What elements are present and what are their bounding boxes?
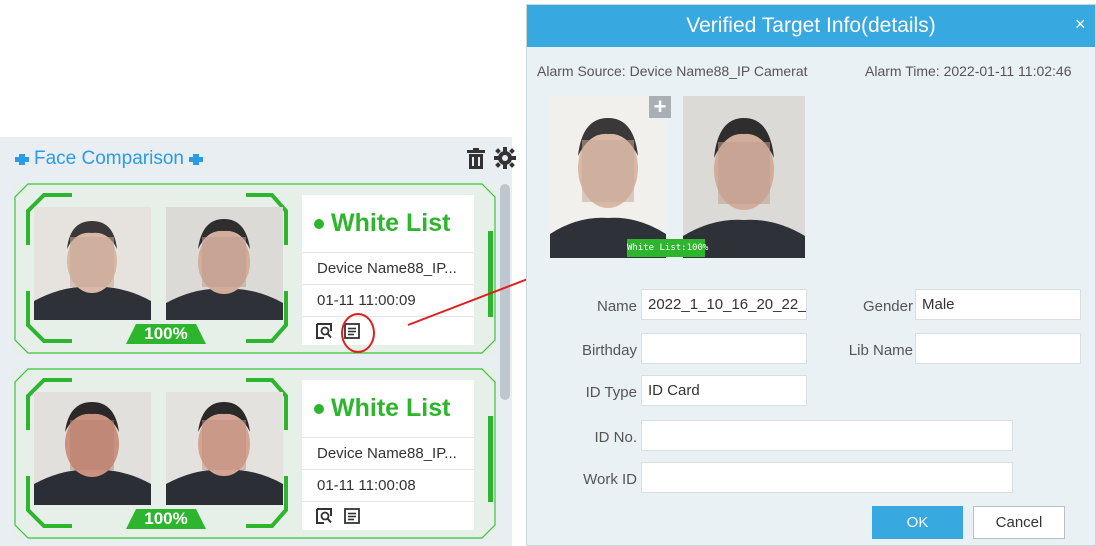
panel-title: Face Comparison [10, 148, 208, 170]
alarm-source: Alarm Source: Device Name88_IP Camerat [537, 63, 808, 79]
face-comparison-panel: Face Comparison 100% White List Device N… [0, 137, 516, 546]
card-actions [302, 502, 474, 530]
similarity-badge: 100% [126, 509, 206, 529]
title-decoration-icon [15, 153, 29, 165]
birthday-label: Birthday [581, 342, 637, 359]
device-name: Device Name88_IP... [302, 253, 474, 285]
library-photo [166, 207, 283, 320]
birthday-field[interactable] [641, 333, 807, 364]
status-dot-icon [314, 403, 324, 414]
list-status: White List [302, 195, 474, 253]
snapshot-photo [550, 96, 666, 258]
list-status-text: White List [331, 209, 451, 237]
list-status: White List [302, 380, 474, 438]
name-label: Name [596, 298, 637, 315]
capture-time: 01-11 11:00:08 [302, 470, 474, 502]
dialog-title: Verified Target Info(details) [686, 14, 936, 37]
lib-name-field[interactable] [915, 333, 1081, 364]
card-info: White List Device Name88_IP... 01-11 11:… [302, 380, 474, 530]
search-image-icon[interactable] [316, 508, 332, 524]
name-field[interactable]: 2022_1_10_16_20_22_5 [641, 289, 807, 320]
list-status-text: White List [331, 394, 451, 422]
snapshot-photo [34, 207, 151, 320]
lib-name-label: Lib Name [848, 342, 913, 359]
snapshot-photo [34, 392, 151, 505]
gender-field[interactable]: Male [915, 289, 1081, 320]
card-actions [302, 317, 474, 345]
gender-label: Gender [862, 298, 913, 315]
cancel-button[interactable]: Cancel [973, 506, 1065, 539]
panel-title-text: Face Comparison [34, 148, 184, 169]
capture-time: 01-11 11:00:09 [302, 285, 474, 317]
face-comparison-card[interactable]: 100% White List Device Name88_IP... 01-1… [14, 368, 496, 539]
title-decoration-icon [188, 153, 203, 165]
library-photo [166, 392, 283, 505]
gear-icon[interactable] [494, 146, 516, 170]
panel-scrollbar[interactable] [500, 184, 510, 400]
highlight-circle [341, 313, 375, 353]
card-info: White List Device Name88_IP... 01-11 11:… [302, 195, 474, 345]
search-image-icon[interactable] [316, 323, 332, 339]
close-icon[interactable]: × [1075, 14, 1086, 35]
ok-button[interactable]: OK [872, 506, 963, 539]
dialog-header: Verified Target Info(details) × [527, 5, 1095, 47]
verified-target-dialog: Verified Target Info(details) × Alarm So… [526, 4, 1096, 546]
face-comparison-card[interactable]: 100% White List Device Name88_IP... 01-1… [14, 183, 496, 354]
id-type-field[interactable]: ID Card [641, 375, 807, 406]
work-id-field[interactable] [641, 462, 1013, 493]
panel-header: Face Comparison [0, 137, 516, 181]
id-no-label: ID No. [594, 429, 637, 446]
similarity-badge: 100% [126, 324, 206, 344]
id-no-field[interactable] [641, 420, 1013, 451]
add-icon[interactable]: + [649, 96, 671, 118]
status-dot-icon [314, 218, 324, 229]
alarm-time: Alarm Time: 2022-01-11 11:02:46 [865, 63, 1072, 79]
id-type-label: ID Type [585, 384, 637, 401]
library-photo [683, 96, 805, 258]
device-name: Device Name88_IP... [302, 438, 474, 470]
match-badge: White List:100% [627, 239, 708, 257]
work-id-label: Work ID [583, 471, 637, 488]
trash-icon[interactable] [466, 148, 486, 170]
details-icon[interactable] [344, 508, 360, 524]
